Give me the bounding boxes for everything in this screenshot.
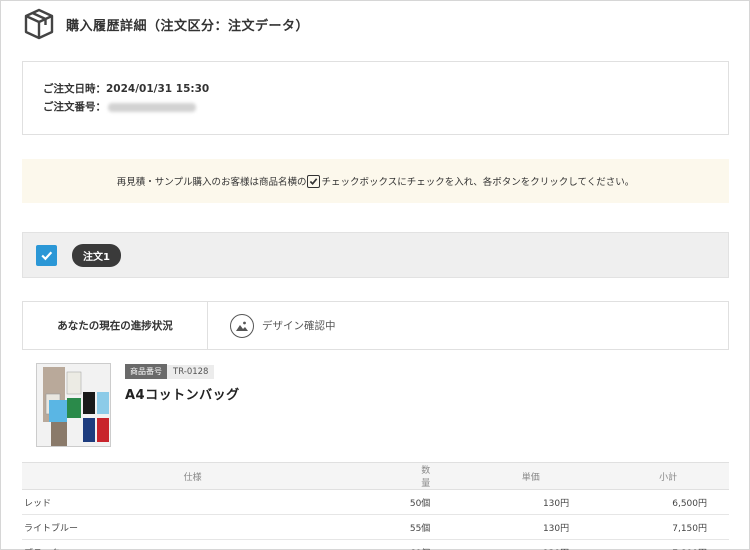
cell-unit-price: 130円	[432, 514, 570, 540]
cell-spec: ブラック	[22, 539, 362, 550]
product-name[interactable]: A4コットンバッグ	[125, 384, 240, 403]
col-spec: 仕様	[22, 462, 362, 490]
table-row: ライトブルー 55個 130円 7,150円	[22, 514, 729, 540]
cell-unit-price: 130円	[432, 489, 570, 515]
order-number-label: ご注文番号：	[43, 101, 106, 113]
cell-unit-price: 130円	[432, 539, 570, 550]
order-number-row: ご注文番号：	[43, 98, 728, 116]
page-header: 購入履歴詳細（注文区分：注文データ）	[22, 6, 309, 42]
cell-quantity: 60個	[361, 539, 433, 550]
progress-panel: あなたの現在の進捗状況 デザイン確認中	[22, 301, 729, 350]
instruction-notice: 再見積・サンプル購入のお客様は商品名横の チェックボックスにチェックを入れ、各ボ…	[22, 159, 729, 203]
checkmark-icon	[41, 251, 53, 260]
order-number-redacted	[108, 102, 196, 112]
cell-quantity: 50個	[361, 489, 433, 515]
order-date-value: 2024/01/31 15:30	[106, 83, 210, 95]
order-number-pill: 注文1	[72, 243, 121, 267]
cell-subtotal: 7,150円	[569, 514, 729, 540]
product-image[interactable]	[36, 363, 111, 447]
cell-spec: レッド	[22, 489, 362, 515]
cell-subtotal: 7,800円	[569, 539, 729, 550]
progress-status-text: デザイン確認中	[262, 320, 336, 332]
product-meta: 商品番号 TR-0128	[125, 364, 215, 379]
notice-text-after: チェックボックスにチェックを入れ、各ボタンをクリックしてください。	[321, 177, 635, 188]
order-date-label: ご注文日時：	[43, 83, 106, 95]
spec-table: 仕様 数量 単価 小計 レッド 50個 130円 6,500円 ライトブルー 5…	[22, 462, 729, 550]
col-subtotal: 小計	[569, 462, 729, 490]
image-icon	[230, 313, 254, 338]
cell-subtotal: 6,500円	[569, 489, 729, 515]
col-unit-price: 単価	[432, 462, 570, 490]
checkbox-icon	[307, 174, 321, 188]
progress-status: デザイン確認中	[208, 302, 336, 349]
table-row: ブラック 60個 130円 7,800円	[22, 539, 729, 550]
progress-label: あなたの現在の進捗状況	[23, 302, 208, 349]
page-title: 購入履歴詳細（注文区分：注文データ）	[66, 18, 310, 34]
product-number-tag: 商品番号	[125, 364, 167, 379]
box-icon	[24, 8, 54, 40]
cell-quantity: 55個	[361, 514, 433, 540]
cell-spec: ライトブルー	[22, 514, 362, 540]
table-header-row: 仕様 数量 単価 小計	[22, 462, 729, 490]
notice-text-before: 再見積・サンプル購入のお客様は商品名横の	[116, 177, 307, 188]
order-info-panel: ご注文日時： 2024/01/31 15:30 ご注文番号：	[22, 61, 729, 135]
table-row: レッド 50個 130円 6,500円	[22, 489, 729, 515]
col-quantity: 数量	[361, 462, 433, 490]
order-header-bar: 注文1	[22, 232, 729, 278]
order-date-row: ご注文日時： 2024/01/31 15:30	[43, 80, 728, 98]
product-code: TR-0128	[167, 364, 215, 379]
order-checkbox[interactable]	[36, 244, 57, 266]
